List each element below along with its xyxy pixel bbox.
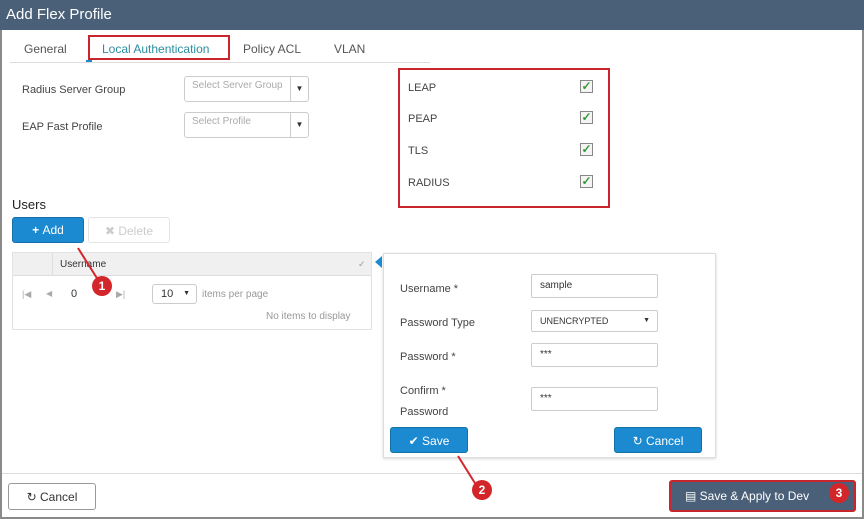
annotation-arrows [77,247,479,489]
callout-1: 1 [92,276,112,296]
callout-2: 2 [472,480,492,500]
callout-3: 3 [829,483,849,503]
